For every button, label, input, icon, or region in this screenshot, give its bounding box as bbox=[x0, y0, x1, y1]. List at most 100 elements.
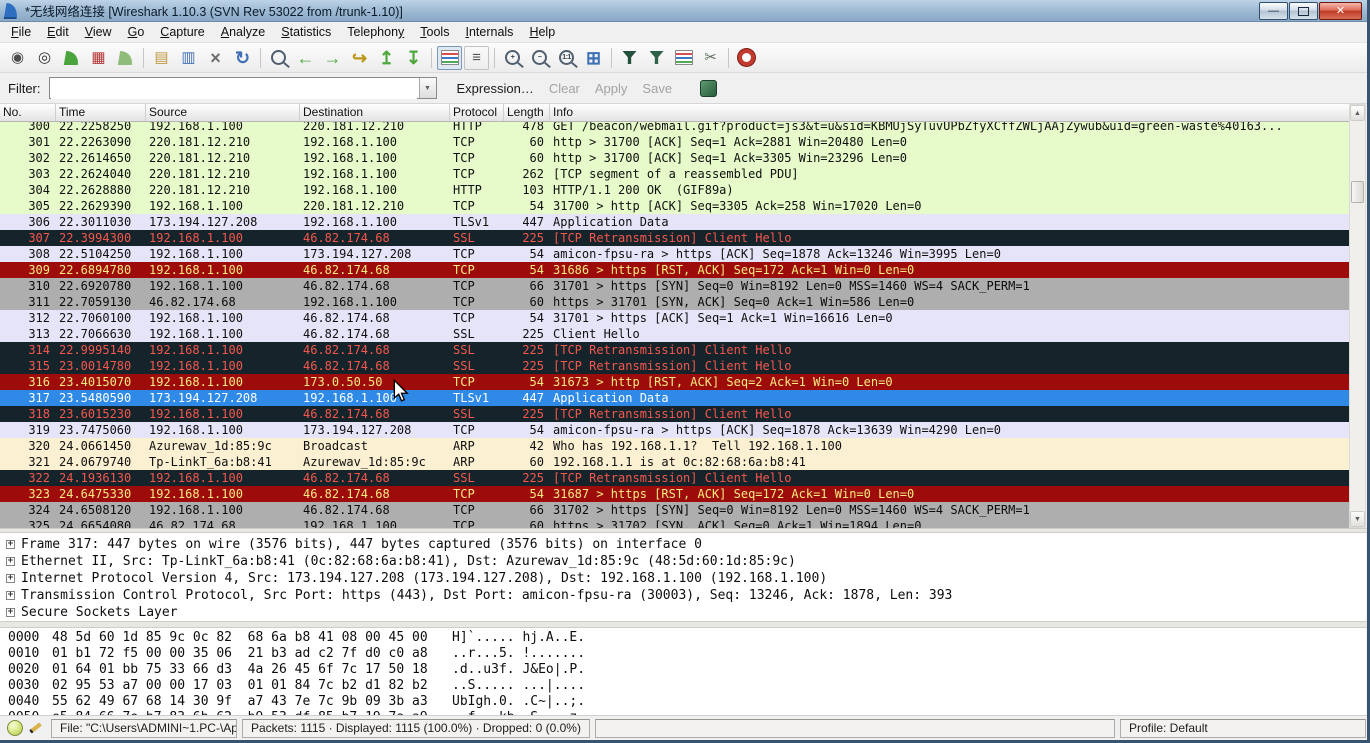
detail-line-4[interactable]: Secure Sockets Layer bbox=[0, 604, 1366, 621]
go-back-icon[interactable]: ← bbox=[293, 46, 318, 70]
column-header-protocol[interactable]: Protocol bbox=[450, 104, 504, 121]
packet-row-306[interactable]: 306 22.3011030 173.194.127.208 192.168.1.10… bbox=[0, 214, 1349, 230]
packet-row-301[interactable]: 301 22.2263090 220.181.12.210 192.168.1.100… bbox=[0, 134, 1349, 150]
preferences-icon[interactable]: ✂ bbox=[698, 46, 723, 70]
hex-row-0040[interactable]: 0040 55 62 49 67 68 14 30 9f a7 43 7e 7c … bbox=[0, 694, 1366, 710]
go-forward-icon[interactable]: → bbox=[320, 46, 345, 70]
detail-line-0[interactable]: Frame 317: 447 bytes on wire (3576 bits)… bbox=[0, 536, 1366, 553]
display-filter-icon[interactable] bbox=[644, 46, 669, 70]
annotation-pencil-icon[interactable] bbox=[28, 720, 44, 736]
hex-row-0030[interactable]: 0030 02 95 53 a7 00 00 17 03 01 01 84 7c … bbox=[0, 678, 1366, 694]
menu-telephony[interactable]: Telephony bbox=[339, 23, 412, 41]
menu-go[interactable]: Go bbox=[120, 23, 153, 41]
detail-line-3[interactable]: Transmission Control Protocol, Src Port:… bbox=[0, 587, 1366, 604]
packet-row-319[interactable]: 319 23.7475060 192.168.1.100 173.194.127.20… bbox=[0, 422, 1349, 438]
zoom-100-icon[interactable]: 1:1 bbox=[554, 46, 579, 70]
packet-row-302[interactable]: 302 22.2614650 220.181.12.210 192.168.1.100… bbox=[0, 150, 1349, 166]
menu-tools[interactable]: Tools bbox=[412, 23, 457, 41]
filter-addon-icon[interactable] bbox=[700, 79, 718, 97]
packet-list-scrollbar[interactable]: ▲ ▼ bbox=[1349, 104, 1366, 528]
filter-input[interactable] bbox=[50, 79, 417, 99]
packet-row-307[interactable]: 307 22.3994300 192.168.1.100 46.82.174.68 SS… bbox=[0, 230, 1349, 246]
packet-row-322[interactable]: 322 24.1936130 192.168.1.100 46.82.174.68 SS… bbox=[0, 470, 1349, 486]
packet-row-323[interactable]: 323 24.6475330 192.168.1.100 46.82.174.68 TC… bbox=[0, 486, 1349, 502]
capture-interfaces-icon[interactable]: ◉ bbox=[5, 46, 30, 70]
resize-columns-icon[interactable]: ⊞ bbox=[581, 46, 606, 70]
column-header-destination[interactable]: Destination bbox=[300, 104, 450, 121]
menu-help[interactable]: Help bbox=[521, 23, 563, 41]
capture-stop-icon[interactable]: ▦ bbox=[86, 46, 111, 70]
open-file-icon[interactable]: ▤ bbox=[149, 46, 174, 70]
expander-plus-icon[interactable] bbox=[6, 540, 15, 549]
capture-options-icon[interactable]: ◎ bbox=[32, 46, 57, 70]
go-bottom-icon[interactable]: ↧ bbox=[401, 46, 426, 70]
help-icon[interactable] bbox=[734, 46, 759, 70]
expander-plus-icon[interactable] bbox=[6, 608, 15, 617]
status-profile[interactable]: Profile: Default bbox=[1120, 718, 1366, 738]
hex-row-0020[interactable]: 0020 01 64 01 bb 75 33 66 d3 4a 26 45 6f … bbox=[0, 662, 1366, 678]
menu-internals[interactable]: Internals bbox=[457, 23, 521, 41]
packet-row-312[interactable]: 312 22.7060100 192.168.1.100 46.82.174.68 TC… bbox=[0, 310, 1349, 326]
scroll-up-icon[interactable]: ▲ bbox=[1350, 105, 1365, 121]
save-file-icon[interactable]: ▥ bbox=[176, 46, 201, 70]
clear-button[interactable]: Clear bbox=[549, 81, 580, 96]
column-header-info[interactable]: Info bbox=[550, 104, 1349, 121]
packet-row-304[interactable]: 304 22.2628880 220.181.12.210 192.168.1.100… bbox=[0, 182, 1349, 198]
expander-plus-icon[interactable] bbox=[6, 557, 15, 566]
packet-row-316[interactable]: 316 23.4015070 192.168.1.100 173.0.50.50 TCP… bbox=[0, 374, 1349, 390]
packet-row-315[interactable]: 315 23.0014780 192.168.1.100 46.82.174.68 SS… bbox=[0, 358, 1349, 374]
packet-row-318[interactable]: 318 23.6015230 192.168.1.100 46.82.174.68 SS… bbox=[0, 406, 1349, 422]
go-top-icon[interactable]: ↥ bbox=[374, 46, 399, 70]
hex-row-0000[interactable]: 0000 48 5d 60 1d 85 9c 0c 82 68 6a b8 41 … bbox=[0, 630, 1366, 646]
expert-info-icon[interactable] bbox=[7, 720, 23, 736]
menu-statistics[interactable]: Statistics bbox=[273, 23, 339, 41]
expander-plus-icon[interactable] bbox=[6, 591, 15, 600]
close-button[interactable]: ✕ bbox=[1319, 2, 1362, 20]
packet-row-313[interactable]: 313 22.7066630 192.168.1.100 46.82.174.68 SS… bbox=[0, 326, 1349, 342]
filter-dropdown-button[interactable]: ▼ bbox=[418, 78, 436, 98]
packet-row-305[interactable]: 305 22.2629390 192.168.1.100 220.181.12.210… bbox=[0, 198, 1349, 214]
packet-row-325[interactable]: 325 24.6654080 46.82.174.68 192.168.1.100 TC… bbox=[0, 518, 1349, 528]
zoom-out-icon[interactable]: − bbox=[527, 46, 552, 70]
expression-button[interactable]: Expression… bbox=[457, 81, 534, 96]
packet-row-314[interactable]: 314 22.9995140 192.168.1.100 46.82.174.68 SS… bbox=[0, 342, 1349, 358]
splitter-details-hex[interactable] bbox=[0, 621, 1370, 628]
zoom-in-icon[interactable]: + bbox=[500, 46, 525, 70]
detail-line-1[interactable]: Ethernet II, Src: Tp-LinkT_6a:b8:41 (0c:… bbox=[0, 553, 1366, 570]
find-packet-icon[interactable] bbox=[266, 46, 291, 70]
packet-row-317[interactable]: 317 23.5480590 173.194.127.208 192.168.1.10… bbox=[0, 390, 1349, 406]
go-to-packet-icon[interactable]: ↪ bbox=[347, 46, 372, 70]
column-header-source[interactable]: Source bbox=[146, 104, 300, 121]
packet-row-324[interactable]: 324 24.6508120 192.168.1.100 46.82.174.68 TC… bbox=[0, 502, 1349, 518]
column-header-time[interactable]: Time bbox=[56, 104, 146, 121]
capture-start-icon[interactable] bbox=[59, 46, 84, 70]
capture-restart-icon[interactable] bbox=[113, 46, 138, 70]
close-file-icon[interactable]: × bbox=[203, 46, 228, 70]
capture-filter-icon[interactable] bbox=[617, 46, 642, 70]
packet-row-321[interactable]: 321 24.0679740 Tp-LinkT_6a:b8:41 Azurewav_1… bbox=[0, 454, 1349, 470]
colorize-icon[interactable] bbox=[437, 45, 462, 70]
expander-plus-icon[interactable] bbox=[6, 574, 15, 583]
menu-analyze[interactable]: Analyze bbox=[213, 23, 273, 41]
coloring-rules-icon[interactable] bbox=[671, 46, 696, 70]
save-button[interactable]: Save bbox=[642, 81, 672, 96]
menu-view[interactable]: View bbox=[77, 23, 120, 41]
packet-row-300[interactable]: 300 22.2258250 192.168.1.100 220.181.12.210… bbox=[0, 122, 1349, 134]
packet-row-309[interactable]: 309 22.6894780 192.168.1.100 46.82.174.68 TC… bbox=[0, 262, 1349, 278]
scroll-down-icon[interactable]: ▼ bbox=[1350, 511, 1365, 527]
packet-row-310[interactable]: 310 22.6920780 192.168.1.100 46.82.174.68 TC… bbox=[0, 278, 1349, 294]
packet-row-311[interactable]: 311 22.7059130 46.82.174.68 192.168.1.100 TC… bbox=[0, 294, 1349, 310]
menu-edit[interactable]: Edit bbox=[39, 23, 77, 41]
hex-row-0010[interactable]: 0010 01 b1 72 f5 00 00 35 06 21 b3 ad c2 … bbox=[0, 646, 1366, 662]
minimize-button[interactable]: — bbox=[1259, 2, 1288, 20]
packet-row-320[interactable]: 320 24.0661450 Azurewav_1d:85:9c Broadcast A… bbox=[0, 438, 1349, 454]
menu-capture[interactable]: Capture bbox=[152, 23, 212, 41]
maximize-button[interactable] bbox=[1289, 2, 1318, 20]
scrollbar-thumb[interactable] bbox=[1351, 181, 1364, 203]
menu-file[interactable]: File bbox=[3, 23, 39, 41]
column-header-no[interactable]: No. bbox=[0, 104, 56, 121]
column-header-length[interactable]: Length bbox=[504, 104, 550, 121]
apply-button[interactable]: Apply bbox=[595, 81, 628, 96]
packet-row-303[interactable]: 303 22.2624040 220.181.12.210 192.168.1.100… bbox=[0, 166, 1349, 182]
detail-line-2[interactable]: Internet Protocol Version 4, Src: 173.19… bbox=[0, 570, 1366, 587]
